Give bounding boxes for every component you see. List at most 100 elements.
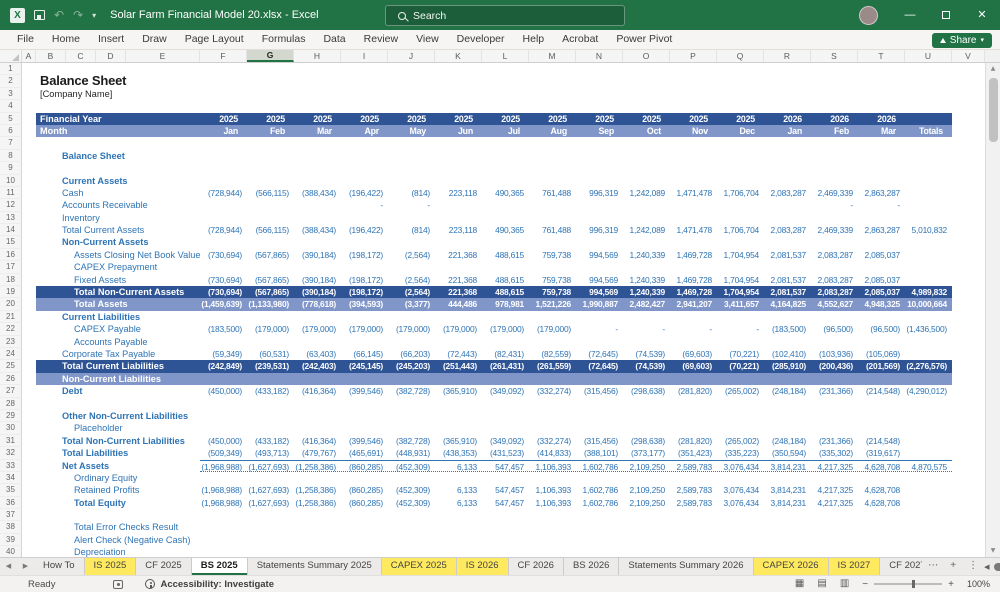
cell[interactable]: 488,615 (482, 249, 529, 261)
cell[interactable] (717, 398, 764, 410)
cell[interactable]: (72,443) (435, 348, 482, 360)
column-header-t[interactable]: T (858, 50, 905, 62)
cell[interactable]: 3,814,231 (764, 461, 811, 472)
cell[interactable]: 4,217,325 (811, 484, 858, 496)
cell[interactable]: 1,242,089 (623, 187, 670, 199)
row-header-23[interactable]: 23 (0, 335, 22, 348)
cell[interactable] (294, 88, 341, 100)
cell[interactable]: (96,500) (811, 323, 858, 335)
cell[interactable] (294, 422, 341, 434)
cell[interactable] (22, 100, 36, 112)
cell[interactable] (341, 212, 388, 224)
cell[interactable] (22, 360, 36, 372)
cell[interactable] (576, 137, 623, 149)
cell[interactable]: 1,706,704 (717, 224, 764, 236)
cell[interactable]: (198,172) (341, 286, 388, 298)
cell[interactable] (482, 137, 529, 149)
cell[interactable] (529, 422, 576, 434)
cell[interactable] (22, 546, 36, 557)
cell[interactable] (388, 509, 435, 521)
row-header-15[interactable]: 15 (0, 236, 22, 249)
cell[interactable]: (730,694) (200, 274, 247, 286)
cell[interactable] (623, 509, 670, 521)
cell[interactable] (341, 398, 388, 410)
cell[interactable]: (567,865) (247, 274, 294, 286)
cell[interactable] (576, 88, 623, 100)
column-header-j[interactable]: J (388, 50, 435, 62)
cell[interactable] (764, 212, 811, 224)
cell[interactable]: (566,115) (247, 224, 294, 236)
cell[interactable]: 759,738 (529, 274, 576, 286)
cell[interactable]: (414,833) (529, 447, 576, 459)
sheet-tab-is-2027[interactable]: IS 2027 (828, 558, 881, 575)
cell[interactable]: (179,000) (294, 323, 341, 335)
row-header-1[interactable]: 1 (0, 63, 22, 76)
cell[interactable] (858, 63, 905, 75)
cell[interactable] (764, 311, 811, 323)
cell[interactable]: 4,870,575 (905, 461, 952, 472)
cell[interactable] (764, 162, 811, 174)
cell[interactable]: 1,471,478 (670, 224, 717, 236)
cell[interactable]: 1,602,786 (576, 461, 623, 472)
cell[interactable]: (281,820) (670, 435, 717, 447)
row-label[interactable]: Placeholder (36, 422, 200, 434)
row-label[interactable]: Fixed Assets (36, 274, 200, 286)
cell[interactable]: (433,182) (247, 435, 294, 447)
cell[interactable]: (416,364) (294, 435, 341, 447)
vertical-scrollbar[interactable]: ▲ ▼ (985, 63, 1000, 557)
cell[interactable]: 2026 (764, 113, 811, 125)
cell[interactable] (529, 534, 576, 546)
row-header-8[interactable]: 8 (0, 149, 22, 163)
cell[interactable]: (351,423) (670, 447, 717, 459)
cell[interactable] (294, 75, 341, 87)
cell[interactable]: 1,471,478 (670, 187, 717, 199)
cell[interactable] (341, 137, 388, 149)
cell[interactable] (764, 199, 811, 211)
sheet-tab-capex-2025[interactable]: CAPEX 2025 (381, 558, 457, 575)
cell[interactable] (435, 199, 482, 211)
cell[interactable] (435, 212, 482, 224)
close-button[interactable]: ✕ (964, 0, 1000, 30)
cell[interactable] (22, 286, 36, 298)
cell[interactable] (482, 175, 529, 187)
cell[interactable] (482, 472, 529, 484)
cell[interactable]: (335,223) (717, 447, 764, 459)
row-header-32[interactable]: 32 (0, 447, 22, 460)
cell[interactable] (858, 398, 905, 410)
cell[interactable]: (265,002) (717, 435, 764, 447)
sheet-tab-is-2025[interactable]: IS 2025 (84, 558, 137, 575)
cell[interactable] (576, 212, 623, 224)
column-header-s[interactable]: S (811, 50, 858, 62)
cell[interactable] (905, 261, 952, 273)
cell[interactable] (247, 373, 294, 385)
ribbon-tab-page-layout[interactable]: Page Layout (176, 30, 253, 49)
cell[interactable] (341, 534, 388, 546)
cell[interactable] (435, 100, 482, 112)
cell[interactable]: 221,368 (435, 249, 482, 261)
cell[interactable]: 6,133 (435, 484, 482, 496)
column-header-m[interactable]: M (529, 50, 576, 62)
cell[interactable] (22, 398, 36, 410)
row-label[interactable]: CAPEX Prepayment (36, 261, 200, 273)
cell[interactable] (670, 63, 717, 75)
cell[interactable]: 1,990,887 (576, 298, 623, 310)
cell[interactable]: (70,221) (717, 360, 764, 372)
cell[interactable] (858, 100, 905, 112)
cell[interactable] (435, 546, 482, 557)
row-label[interactable]: [Company Name] (36, 88, 200, 100)
cell[interactable] (341, 88, 388, 100)
ribbon-tab-file[interactable]: File (8, 30, 43, 49)
column-header-u[interactable]: U (905, 50, 952, 62)
cell[interactable]: (179,000) (482, 323, 529, 335)
cell[interactable] (670, 199, 717, 211)
cell[interactable] (529, 546, 576, 557)
cell[interactable] (576, 521, 623, 533)
cell[interactable]: (2,276,576) (905, 360, 952, 372)
cell[interactable] (811, 137, 858, 149)
cell[interactable] (576, 236, 623, 248)
cell[interactable] (22, 447, 36, 459)
row-header-17[interactable]: 17 (0, 261, 22, 274)
cell[interactable]: Totals (905, 125, 952, 137)
cell[interactable] (435, 162, 482, 174)
cell[interactable] (388, 410, 435, 422)
